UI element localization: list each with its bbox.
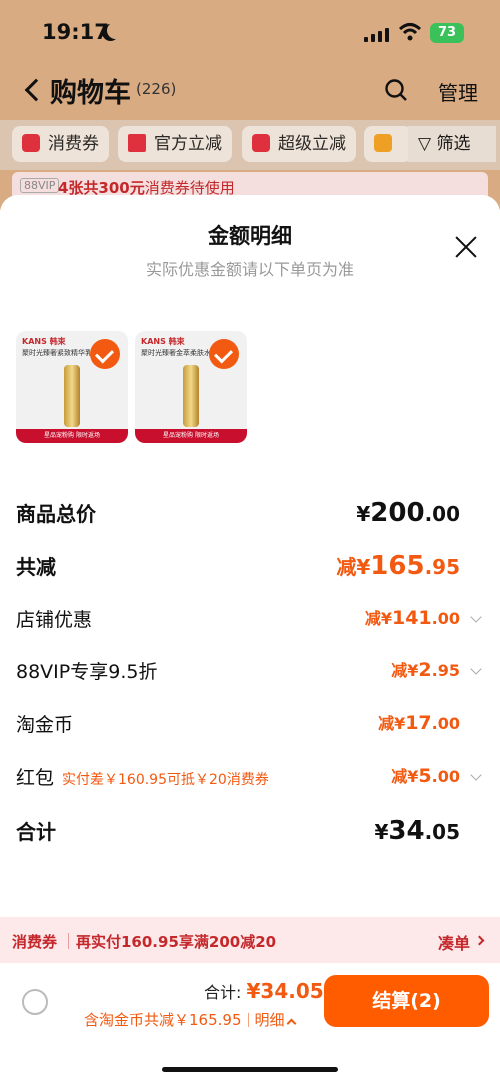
select-all-radio[interactable] <box>22 989 48 1015</box>
checkout-footer: 合计: ¥34.05 含淘金币共减￥165.95 明细 结算(2) <box>0 963 500 1082</box>
row-store-discount[interactable]: 店铺优惠 减¥141.00 <box>16 605 486 635</box>
product-thumb[interactable]: KANS 韩束 聚时光臻奢紧致精华乳 星品宠粉购 限时返场 <box>16 331 128 443</box>
filter-button[interactable]: ▽ 筛选 <box>408 126 496 162</box>
clock: 19:17 <box>42 20 109 44</box>
home-indicator <box>162 1067 338 1072</box>
vip-tag: 88VIP <box>20 178 60 193</box>
cart-count: (226) <box>136 80 177 98</box>
wifi-icon <box>398 23 422 41</box>
down-arrow-icon <box>252 134 270 152</box>
lightning-icon <box>128 134 146 152</box>
battery-icon: 73 <box>430 23 464 43</box>
product-bottle-image <box>64 365 80 427</box>
row-coins: 淘金币 减¥17.00 <box>16 712 460 736</box>
signal-icon <box>364 26 390 42</box>
row-vip-discount[interactable]: 88VIP专享9.5折 减¥2.95 <box>16 657 486 687</box>
add-items-button[interactable]: 凑单 <box>438 930 470 954</box>
product-bottle-image <box>183 365 199 427</box>
search-icon[interactable] <box>384 78 408 102</box>
filter-chips: 消费券 官方立减 超级立减 限 ▽ 筛选 <box>0 120 500 170</box>
row-total-discount: 共减 减¥165.95 <box>16 551 460 581</box>
chevron-up-icon <box>286 1018 296 1029</box>
row-red-packet[interactable]: 红包 实付差￥160.95可抵￥20消费券 减¥5.00 <box>16 763 486 793</box>
check-icon[interactable] <box>90 339 120 369</box>
red-packet-note: 实付差￥160.95可抵￥20消费券 <box>62 772 269 788</box>
checkout-button[interactable]: 结算(2) <box>324 975 489 1027</box>
cart-header: 购物车 (226) 管理 <box>0 70 500 110</box>
filter-icon: ▽ <box>418 134 432 154</box>
back-icon[interactable] <box>24 78 48 102</box>
chip-coupon[interactable]: 消费券 <box>12 126 109 162</box>
close-icon[interactable] <box>454 235 478 259</box>
moon-icon <box>107 22 124 39</box>
chip-limited[interactable]: 限 <box>364 126 412 162</box>
coupon-text: 再实付160.95享满200减20 <box>76 933 277 951</box>
chip-official-discount[interactable]: 官方立减 <box>118 126 232 162</box>
check-icon[interactable] <box>209 339 239 369</box>
sheet-title: 金额明细 <box>208 224 292 248</box>
footer-detail[interactable]: 含淘金币共减￥165.95 明细 <box>84 1009 296 1030</box>
chip-super-discount[interactable]: 超级立减 <box>242 126 356 162</box>
footer-total: 合计: ¥34.05 <box>204 979 324 1003</box>
row-subtotal: 商品总价 ¥200.00 <box>16 498 460 528</box>
chevron-down-icon <box>470 769 482 781</box>
product-thumb[interactable]: KANS 韩束 聚时光臻奢金萃柔肤水 星品宠粉购 限时返场 <box>135 331 247 443</box>
chevron-right-icon <box>474 935 485 946</box>
row-grand-total: 合计 ¥34.05 <box>16 816 460 846</box>
coupon-tag: 消费券 <box>12 933 58 951</box>
status-bar: 19:17 73 <box>0 18 500 50</box>
divider <box>68 933 69 949</box>
sheet-subtitle: 实际优惠金额请以下单页为准 <box>145 260 354 279</box>
coupon-bar[interactable]: 消费券 再实付160.95享满200减20 凑单 <box>0 917 500 963</box>
page-title: 购物车 <box>50 78 131 109</box>
manage-button[interactable]: 管理 <box>438 77 478 106</box>
arrow-icon <box>374 134 392 152</box>
chevron-down-icon <box>470 663 482 675</box>
coupon-icon <box>22 134 40 152</box>
chevron-down-icon <box>470 611 482 623</box>
